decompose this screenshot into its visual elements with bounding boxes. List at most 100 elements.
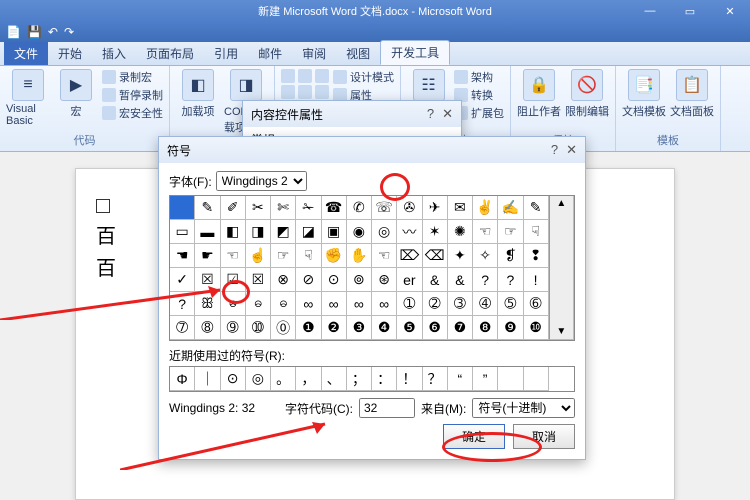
recent-symbol-cell[interactable]: ，: [296, 367, 321, 391]
symbol-cell[interactable]: ☏: [372, 196, 397, 220]
symbol-cell[interactable]: ⌫: [423, 244, 448, 268]
tab-review[interactable]: 审阅: [292, 42, 336, 65]
symbol-cell[interactable]: ◩: [271, 220, 296, 244]
tab-references[interactable]: 引用: [204, 42, 248, 65]
symbol-cell[interactable]: ∞: [322, 292, 347, 316]
symbol-cell[interactable]: ☎: [322, 196, 347, 220]
symbol-cell[interactable]: ✶: [423, 220, 448, 244]
symbol-cell[interactable]: ➁: [423, 292, 448, 316]
tab-layout[interactable]: 页面布局: [136, 42, 204, 65]
symbol-cell[interactable]: ☞: [498, 220, 523, 244]
symbol-cell[interactable]: ❼: [448, 316, 473, 340]
symbol-cell[interactable]: ✧: [473, 244, 498, 268]
symbol-cell[interactable]: ⊙: [322, 268, 347, 292]
symbol-cell[interactable]: ❹: [372, 316, 397, 340]
symbol-grid[interactable]: ✎✐✂✄✁☎✆☏✇✈✉✌✍✎▲▼▭▬◧◨◩◪▣◉◎〰✶✺☜☞☟☚☛☜☝☞☟✊✋☜…: [169, 195, 575, 341]
recent-symbol-cell[interactable]: ”: [473, 367, 498, 391]
symbol-cell[interactable]: ✌: [473, 196, 498, 220]
symbol-cell[interactable]: &: [448, 268, 473, 292]
symbol-cell[interactable]: ➇: [195, 316, 220, 340]
recent-symbol-cell[interactable]: [498, 367, 523, 391]
recent-symbol-cell[interactable]: ｜: [195, 367, 220, 391]
symbol-cell[interactable]: er: [397, 268, 422, 292]
maximize-button[interactable]: ▭: [670, 0, 710, 22]
symbol-cell[interactable]: ✉: [448, 196, 473, 220]
recent-symbol-cell[interactable]: ⊙: [221, 367, 246, 391]
symbol-cell[interactable]: ✎: [524, 196, 549, 220]
symbol-cell[interactable]: ❺: [397, 316, 422, 340]
symbol-cell[interactable]: ☞: [271, 244, 296, 268]
char-code-input[interactable]: [359, 398, 415, 418]
undo-icon[interactable]: ↶: [48, 25, 58, 39]
symbol-cell[interactable]: ☒: [195, 268, 220, 292]
ok-button[interactable]: 确定: [443, 424, 505, 449]
symbol-cell[interactable]: ❿: [524, 316, 549, 340]
symbol-cell[interactable]: ✓: [170, 268, 195, 292]
record-macro-button[interactable]: 录制宏: [102, 69, 163, 85]
symbol-cell[interactable]: ☟: [524, 220, 549, 244]
doc-panel-button[interactable]: 📋文档面板: [670, 69, 714, 119]
close-button[interactable]: ✕: [710, 0, 750, 22]
symbol-cell[interactable]: ➄: [498, 292, 523, 316]
tab-home[interactable]: 开始: [48, 42, 92, 65]
recent-symbol-cell[interactable]: Φ: [170, 367, 195, 391]
symbol-cell[interactable]: ဓ: [271, 292, 296, 316]
from-select[interactable]: 符号(十进制): [472, 398, 575, 418]
symbol-cell[interactable]: ∞: [296, 292, 321, 316]
symbol-cell[interactable]: ❡: [498, 244, 523, 268]
tab-file[interactable]: 文件: [4, 42, 48, 65]
symbol-cell[interactable]: ✁: [296, 196, 321, 220]
redo-icon[interactable]: ↷: [64, 25, 74, 39]
symbol-cell[interactable]: ➀: [397, 292, 422, 316]
recent-symbol-cell[interactable]: ◎: [246, 367, 271, 391]
symbol-cell[interactable]: ➅: [524, 292, 549, 316]
symbol-cell[interactable]: ✄: [271, 196, 296, 220]
schema-button[interactable]: 架构: [454, 69, 504, 85]
symbol-cell[interactable]: ⌦: [397, 244, 422, 268]
symbol-cell[interactable]: ◨: [246, 220, 271, 244]
symbol-cell[interactable]: ✎: [195, 196, 220, 220]
symbol-cell[interactable]: ❾: [498, 316, 523, 340]
symbol-cell[interactable]: ✍: [498, 196, 523, 220]
symbol-cell[interactable]: ✐: [221, 196, 246, 220]
symbol-cell[interactable]: ∞: [347, 292, 372, 316]
symbol-cell[interactable]: ⊚: [347, 268, 372, 292]
symbol-cell[interactable]: ✈: [423, 196, 448, 220]
symbol-cell[interactable]: ▬: [195, 220, 220, 244]
symbol-cell[interactable]: ✇: [397, 196, 422, 220]
symbol-cell[interactable]: ☜: [221, 244, 246, 268]
ctrl-row1[interactable]: [281, 69, 329, 83]
design-mode-button[interactable]: 设计模式: [333, 69, 394, 85]
symbol-cell[interactable]: ➈: [221, 316, 246, 340]
tab-view[interactable]: 视图: [336, 42, 380, 65]
symbol-cell[interactable]: ✂: [246, 196, 271, 220]
doc-template-button[interactable]: 📑文档模板: [622, 69, 666, 119]
block-authors-button[interactable]: 🔒阻止作者: [517, 69, 561, 119]
visual-basic-button[interactable]: ≡Visual Basic: [6, 69, 50, 127]
symbol-cell[interactable]: ?: [170, 292, 195, 316]
tab-developer[interactable]: 开发工具: [380, 40, 450, 65]
symbol-cell[interactable]: ⊛: [372, 268, 397, 292]
symbol-cell[interactable]: ⊘: [296, 268, 321, 292]
symbol-cell[interactable]: ➉: [246, 316, 271, 340]
symbol-cell[interactable]: ☛: [195, 244, 220, 268]
symbol-cell[interactable]: ☟: [296, 244, 321, 268]
symbol-cell[interactable]: ◉: [347, 220, 372, 244]
checkbox-control[interactable]: [96, 199, 110, 213]
dialog-close-icon[interactable]: ✕: [566, 142, 577, 158]
symbol-cell[interactable]: ဓ: [221, 292, 246, 316]
recent-symbol-cell[interactable]: 。: [271, 367, 296, 391]
symbol-cell[interactable]: ☑: [221, 268, 246, 292]
addins-button[interactable]: ◧加载项: [176, 69, 220, 119]
dialog-help-icon[interactable]: ?: [427, 106, 434, 122]
symbol-cell[interactable]: ✊: [322, 244, 347, 268]
tab-insert[interactable]: 插入: [92, 42, 136, 65]
symbol-cell[interactable]: &: [423, 268, 448, 292]
symbol-cell[interactable]: ◪: [296, 220, 321, 244]
symbol-cell[interactable]: ▣: [322, 220, 347, 244]
symbol-cell[interactable]: ∞: [372, 292, 397, 316]
restrict-editing-button[interactable]: 🚫限制编辑: [565, 69, 609, 119]
symbol-cell[interactable]: ✆: [347, 196, 372, 220]
symbol-cell[interactable]: 〰: [397, 220, 422, 244]
symbol-cell[interactable]: ▭: [170, 220, 195, 244]
